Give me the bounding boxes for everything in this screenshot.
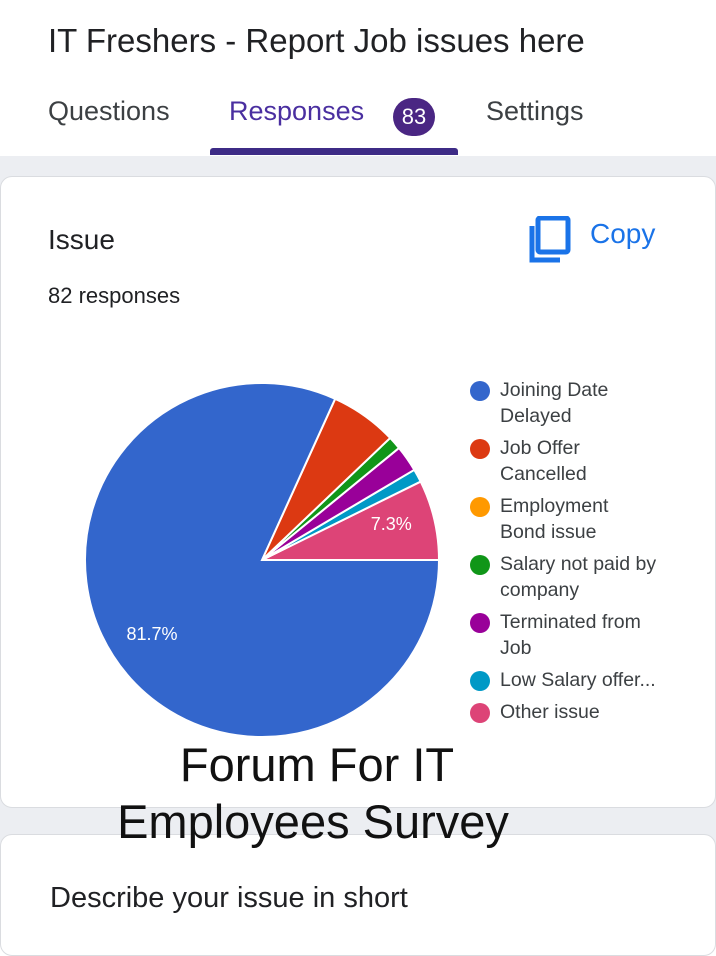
legend-swatch <box>470 613 490 633</box>
tab-questions-label: Questions <box>48 96 170 126</box>
response-count: 82 responses <box>48 283 181 308</box>
copy-label: Copy <box>590 218 656 249</box>
legend-label: Joining Date Delayed <box>500 379 609 427</box>
active-tab-indicator <box>210 148 458 155</box>
tab-responses[interactable]: Responses <box>229 96 364 154</box>
copy-icon <box>529 216 571 263</box>
copy-button[interactable]: Copy <box>528 212 668 263</box>
legend-swatch <box>470 671 490 691</box>
legend-item[interactable]: Terminated from Job <box>470 609 710 661</box>
legend-item[interactable]: Other issue <box>470 699 710 725</box>
responses-count-badge: 83 <box>393 98 435 136</box>
legend-swatch <box>470 497 490 517</box>
legend-item[interactable]: Job Offer Cancelled <box>470 435 710 487</box>
legend-item[interactable]: Employment Bond issue <box>470 493 710 545</box>
tab-settings-label: Settings <box>486 96 584 126</box>
chart-legend: Joining Date Delayed Job Offer Cancelled Emp… <box>470 377 710 731</box>
legend-label: Employment Bond issue <box>500 495 609 543</box>
legend-item[interactable]: Low Salary offer... <box>470 667 710 693</box>
legend-swatch <box>470 381 490 401</box>
tab-bar: Questions Responses Settings <box>0 96 716 154</box>
tab-responses-label: Responses <box>229 96 365 126</box>
question-title: Issue <box>48 224 115 255</box>
watermark-text: Forum For IT Employees Survey <box>0 736 716 850</box>
legend-label: Terminated from Job <box>500 611 641 659</box>
watermark-line-2: Employees Survey <box>117 795 509 848</box>
legend-label: Other issue <box>500 701 600 723</box>
form-title: IT Freshers - Report Job issues here <box>48 22 585 59</box>
legend-label: Salary not paid by company <box>500 553 657 601</box>
legend-swatch <box>470 555 490 575</box>
legend-label: Job Offer Cancelled <box>500 437 587 485</box>
tab-questions[interactable]: Questions <box>48 96 170 154</box>
legend-item[interactable]: Joining Date Delayed <box>470 377 710 429</box>
legend-swatch <box>470 439 490 459</box>
next-question-title: Describe your issue in short <box>50 882 408 914</box>
legend-item[interactable]: Salary not paid by company <box>470 551 710 603</box>
watermark-line-1: Forum For IT <box>179 738 455 791</box>
legend-label: Low Salary offer... <box>500 669 656 691</box>
legend-swatch <box>470 703 490 723</box>
tab-settings[interactable]: Settings <box>486 96 584 154</box>
